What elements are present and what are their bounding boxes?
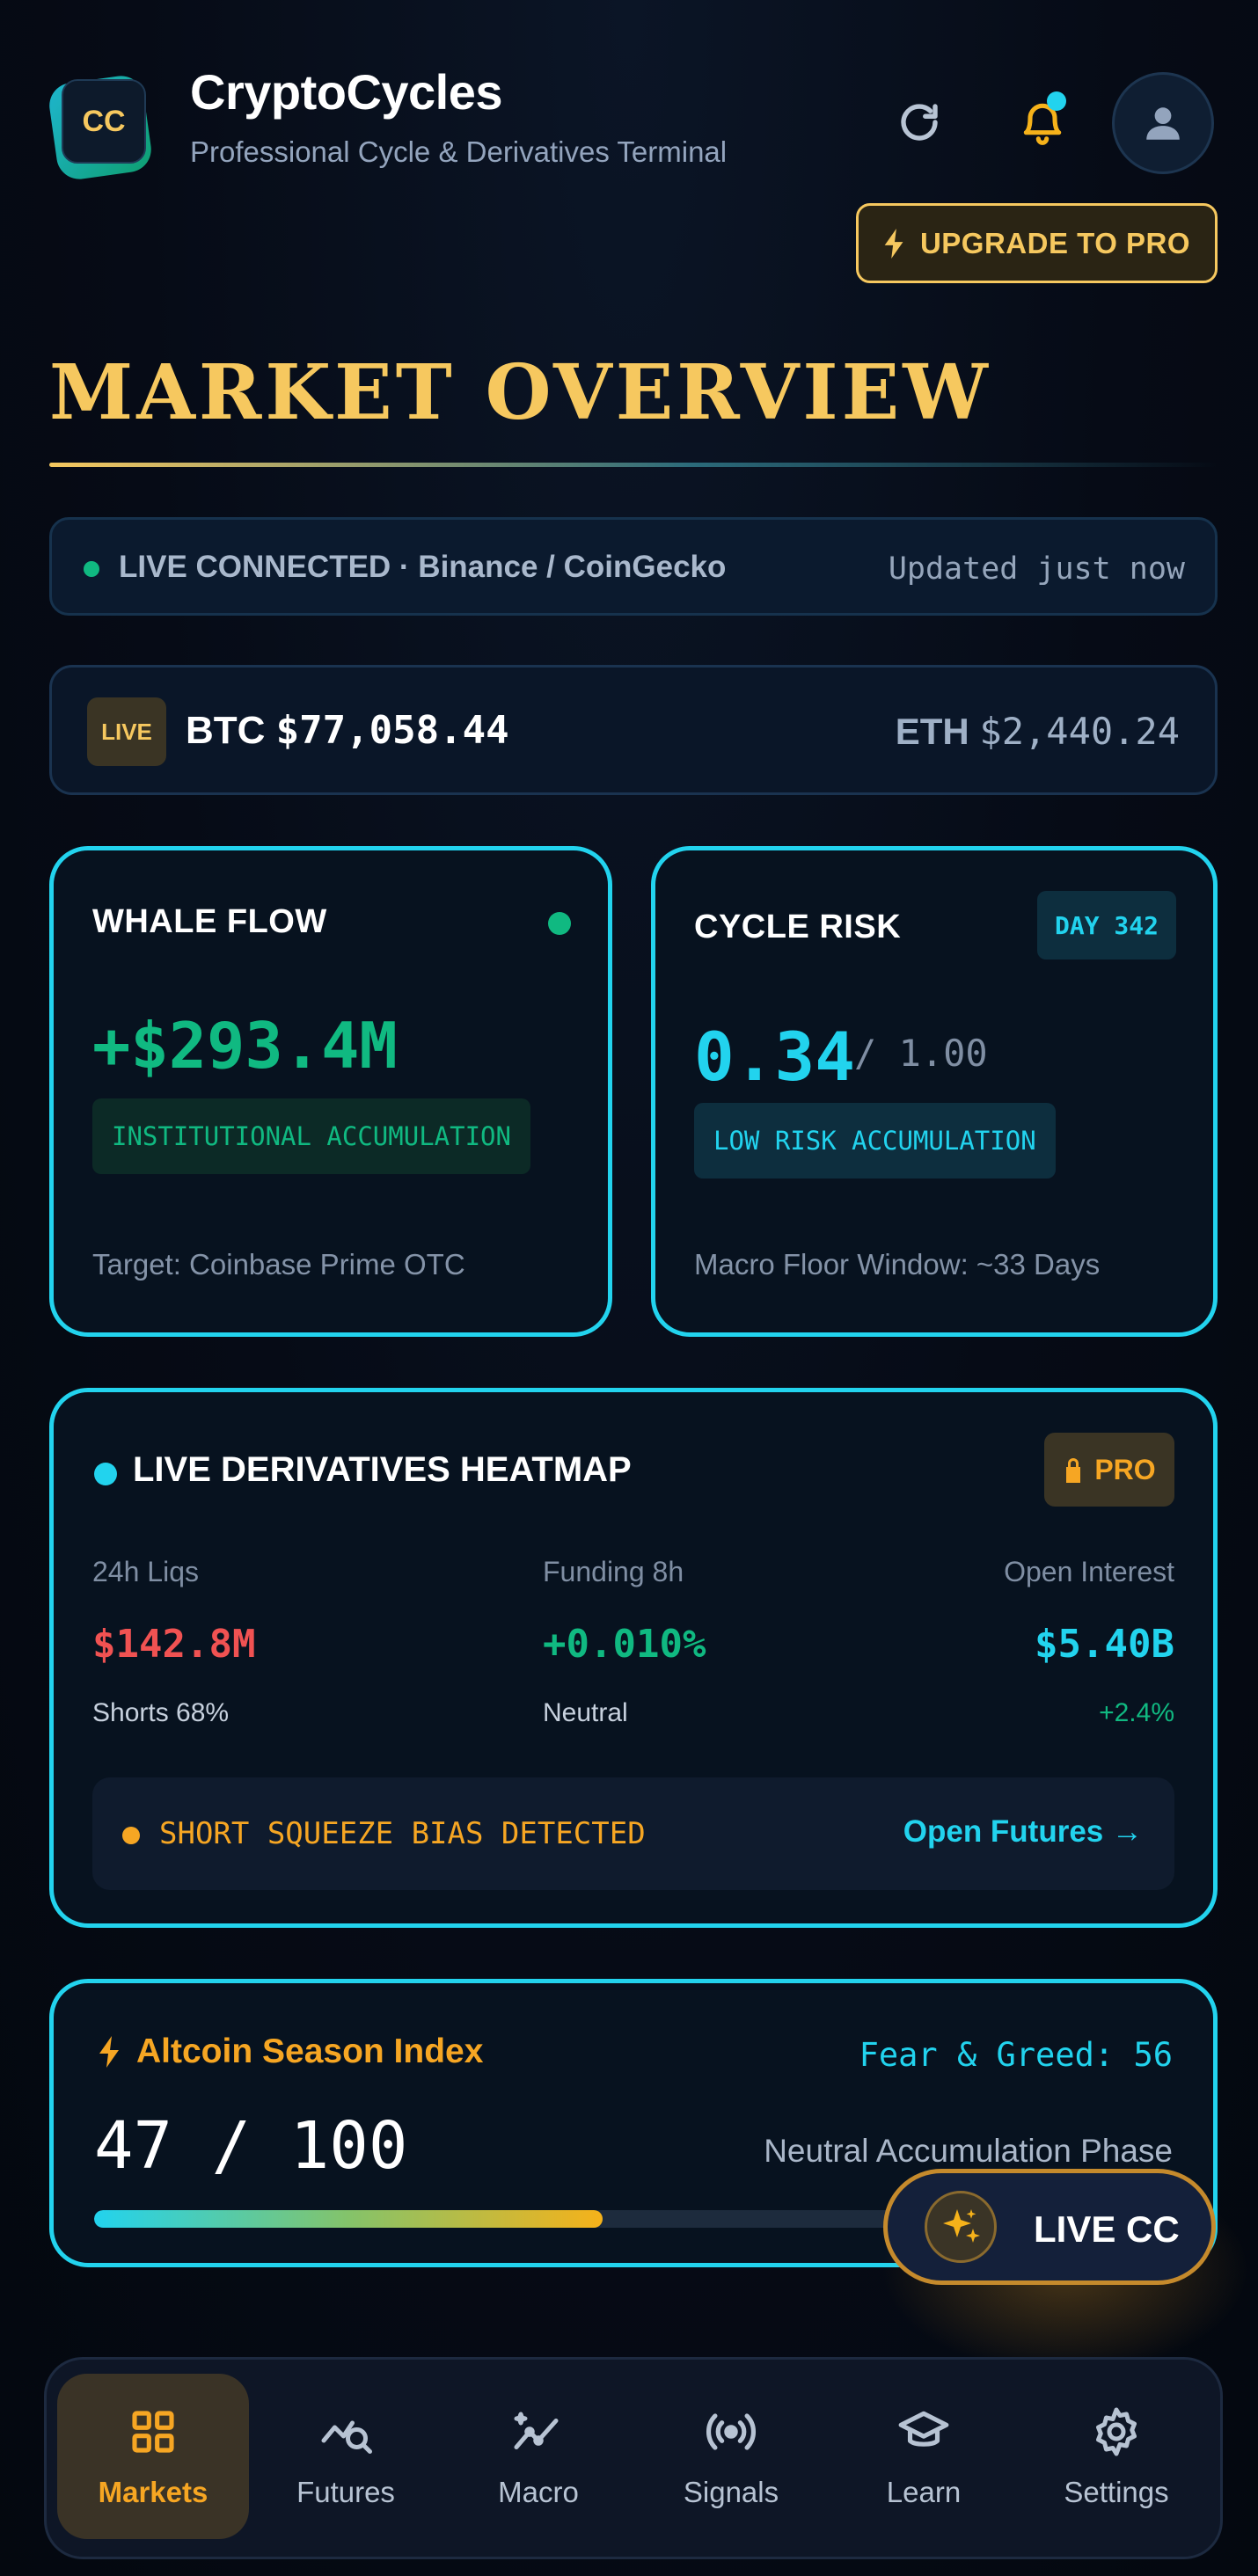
card-title: CYCLE RISK bbox=[694, 909, 902, 945]
title-divider bbox=[49, 463, 1218, 467]
whale-flow-value: +$293.4M bbox=[92, 1009, 398, 1083]
derivatives-heatmap-card[interactable]: LIVE DERIVATIVES HEATMAP PRO 24h Liqs $1… bbox=[49, 1388, 1218, 1928]
stat-funding: Funding 8h +0.010% Neutral bbox=[543, 1556, 706, 1727]
open-futures-link[interactable]: Open Futures → bbox=[903, 1814, 1143, 1850]
bottom-nav: Markets Futures Macro Signals Learn Sett… bbox=[44, 2357, 1223, 2559]
upgrade-button[interactable]: UPGRADE TO PRO bbox=[856, 203, 1218, 283]
nav-markets[interactable]: Markets bbox=[57, 2374, 249, 2539]
card-footer: Target: Coinbase Prime OTC bbox=[92, 1248, 465, 1281]
altseason-value: 47 / 100 bbox=[94, 2108, 408, 2184]
app-title: CryptoCycles bbox=[190, 64, 503, 120]
user-icon bbox=[1146, 107, 1180, 140]
nav-signals[interactable]: Signals bbox=[635, 2374, 827, 2539]
status-dot bbox=[548, 912, 571, 935]
card-title: WHALE FLOW bbox=[92, 903, 327, 940]
gear-icon bbox=[1088, 2404, 1145, 2460]
live-cc-button[interactable]: LIVE CC bbox=[883, 2169, 1216, 2285]
graduation-cap-icon bbox=[896, 2404, 952, 2460]
lightning-icon bbox=[99, 2036, 119, 2068]
altseason-phase: Neutral Accumulation Phase bbox=[764, 2133, 1173, 2169]
status-badge: LOW RISK ACCUMULATION bbox=[694, 1103, 1056, 1179]
live-badge: LIVE bbox=[87, 697, 166, 766]
whale-flow-card[interactable]: WHALE FLOW +$293.4M INSTITUTIONAL ACCUMU… bbox=[49, 846, 612, 1337]
avatar[interactable] bbox=[1112, 72, 1214, 174]
card-title: LIVE DERIVATIVES HEATMAP bbox=[133, 1450, 632, 1489]
risk-max: / 1.00 bbox=[854, 1032, 988, 1075]
nav-macro[interactable]: Macro bbox=[442, 2374, 634, 2539]
app-subtitle: Professional Cycle & Derivatives Termina… bbox=[190, 135, 728, 168]
eth-price: ETH $2,440.24 bbox=[895, 710, 1180, 753]
connection-status: LIVE CONNECTED · Binance / CoinGecko bbox=[119, 550, 727, 584]
price-ticker[interactable]: LIVE BTC $77,058.44 ETH $2,440.24 bbox=[49, 665, 1218, 795]
lightning-icon bbox=[884, 228, 903, 259]
updated-timestamp: Updated just now bbox=[888, 551, 1185, 587]
stat-liquidations: 24h Liqs $142.8M Shorts 68% bbox=[92, 1556, 256, 1727]
page-title: MARKET OVERVIEW bbox=[49, 348, 991, 437]
card-title: Altcoin Season Index bbox=[99, 2032, 483, 2071]
app-logo: CC bbox=[46, 72, 155, 182]
live-dot bbox=[94, 1463, 117, 1485]
lock-icon bbox=[1066, 1458, 1081, 1483]
nav-learn[interactable]: Learn bbox=[828, 2374, 1020, 2539]
chart-search-icon bbox=[318, 2404, 374, 2460]
pro-badge: PRO bbox=[1044, 1433, 1174, 1507]
day-badge: DAY 342 bbox=[1036, 891, 1176, 960]
bias-alert: SHORT SQUEEZE BIAS DETECTED Open Futures… bbox=[92, 1777, 1174, 1890]
cycle-risk-card[interactable]: CYCLE RISK DAY 342 0.34 / 1.00 LOW RISK … bbox=[651, 846, 1218, 1337]
bias-text: SHORT SQUEEZE BIAS DETECTED bbox=[159, 1816, 646, 1851]
broadcast-icon bbox=[703, 2404, 759, 2460]
connection-status-bar: LIVE CONNECTED · Binance / CoinGecko Upd… bbox=[49, 517, 1218, 616]
alert-dot bbox=[122, 1827, 140, 1844]
nav-settings[interactable]: Settings bbox=[1020, 2374, 1212, 2539]
nav-futures[interactable]: Futures bbox=[250, 2374, 442, 2539]
risk-value: 0.34 bbox=[694, 1018, 856, 1096]
refresh-icon[interactable] bbox=[881, 84, 957, 160]
status-dot bbox=[84, 561, 99, 577]
trend-sparkle-icon bbox=[510, 2404, 567, 2460]
grid-icon bbox=[125, 2404, 181, 2460]
progress-fill bbox=[94, 2210, 603, 2228]
notification-dot bbox=[1047, 91, 1066, 111]
fear-greed-index: Fear & Greed: 56 bbox=[859, 2036, 1173, 2074]
status-badge: INSTITUTIONAL ACCUMULATION bbox=[92, 1098, 530, 1174]
btc-price: BTC $77,058.44 bbox=[186, 708, 509, 753]
stat-open-interest: Open Interest $5.40B +2.4% bbox=[1004, 1556, 1174, 1727]
sparkle-icon bbox=[925, 2191, 997, 2263]
notification-bell-icon[interactable] bbox=[1005, 84, 1080, 160]
card-footer: Macro Floor Window: ~33 Days bbox=[694, 1248, 1101, 1281]
